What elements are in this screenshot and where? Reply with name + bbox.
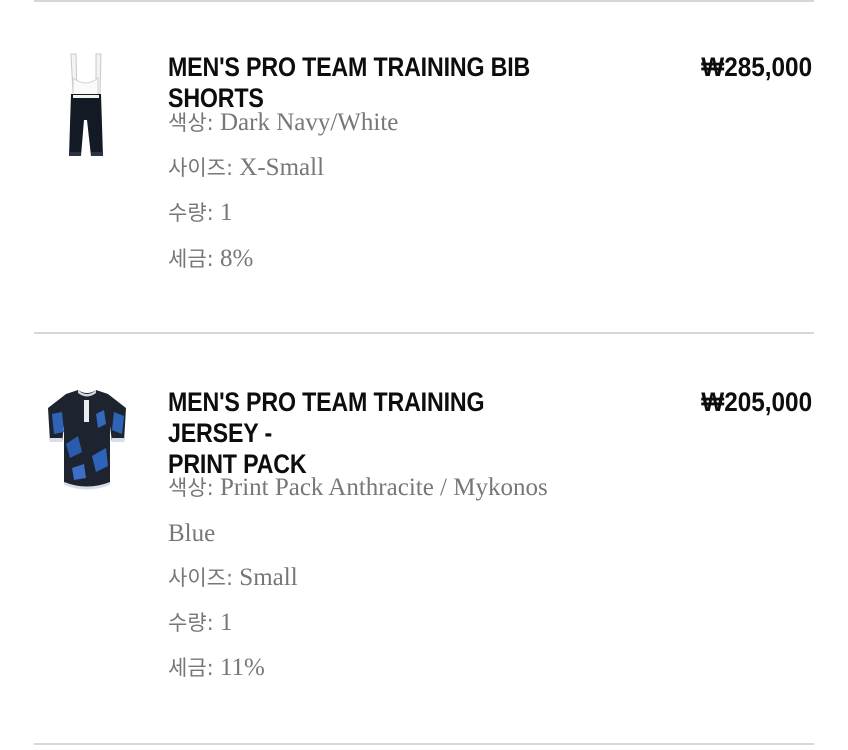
item-divider xyxy=(34,332,814,334)
attribute-value: 8% xyxy=(219,245,254,272)
attribute-value: Small xyxy=(239,564,298,591)
product-price: ₩285,000 xyxy=(701,52,812,82)
attribute-color: 색상: Dark Navy/White xyxy=(168,100,648,146)
attribute-tax: 세금: 11% xyxy=(168,645,648,691)
attribute-color: 색상: Print Pack Anthracite / Mykonos Blue xyxy=(168,465,648,556)
attribute-label: 사이즈: xyxy=(168,156,234,180)
attribute-value-continued: Blue xyxy=(168,520,216,547)
attribute-value: X-Small xyxy=(239,154,325,181)
attribute-label: 색상: xyxy=(168,476,214,500)
attribute-label: 세금: xyxy=(168,247,214,271)
attribute-value: 1 xyxy=(219,199,233,226)
product-price: ₩205,000 xyxy=(701,387,812,417)
attribute-quantity: 수량: 1 xyxy=(168,600,648,646)
bib-shorts-icon xyxy=(69,53,103,156)
attribute-value: 1 xyxy=(219,609,233,636)
product-image[interactable] xyxy=(40,48,136,162)
attribute-label: 수량: xyxy=(168,201,214,225)
attribute-label: 사이즈: xyxy=(168,566,234,590)
attribute-value: Dark Navy/White xyxy=(219,109,399,136)
attribute-quantity: 수량: 1 xyxy=(168,190,648,236)
attribute-size: 사이즈: X-Small xyxy=(168,145,648,191)
attribute-value: Print Pack Anthracite / Mykonos xyxy=(219,474,548,501)
bottom-divider xyxy=(34,743,814,745)
jersey-icon xyxy=(48,390,126,490)
top-divider xyxy=(34,0,814,2)
product-image[interactable] xyxy=(40,384,136,494)
attribute-value: 11% xyxy=(219,654,265,681)
attribute-tax: 세금: 8% xyxy=(168,236,648,282)
attribute-size: 사이즈: Small xyxy=(168,555,648,601)
attribute-label: 세금: xyxy=(168,656,214,680)
attribute-label: 색상: xyxy=(168,111,214,135)
product-title-line1: MEN'S PRO TEAM TRAINING JERSEY - xyxy=(168,387,485,448)
attribute-label: 수량: xyxy=(168,611,214,635)
